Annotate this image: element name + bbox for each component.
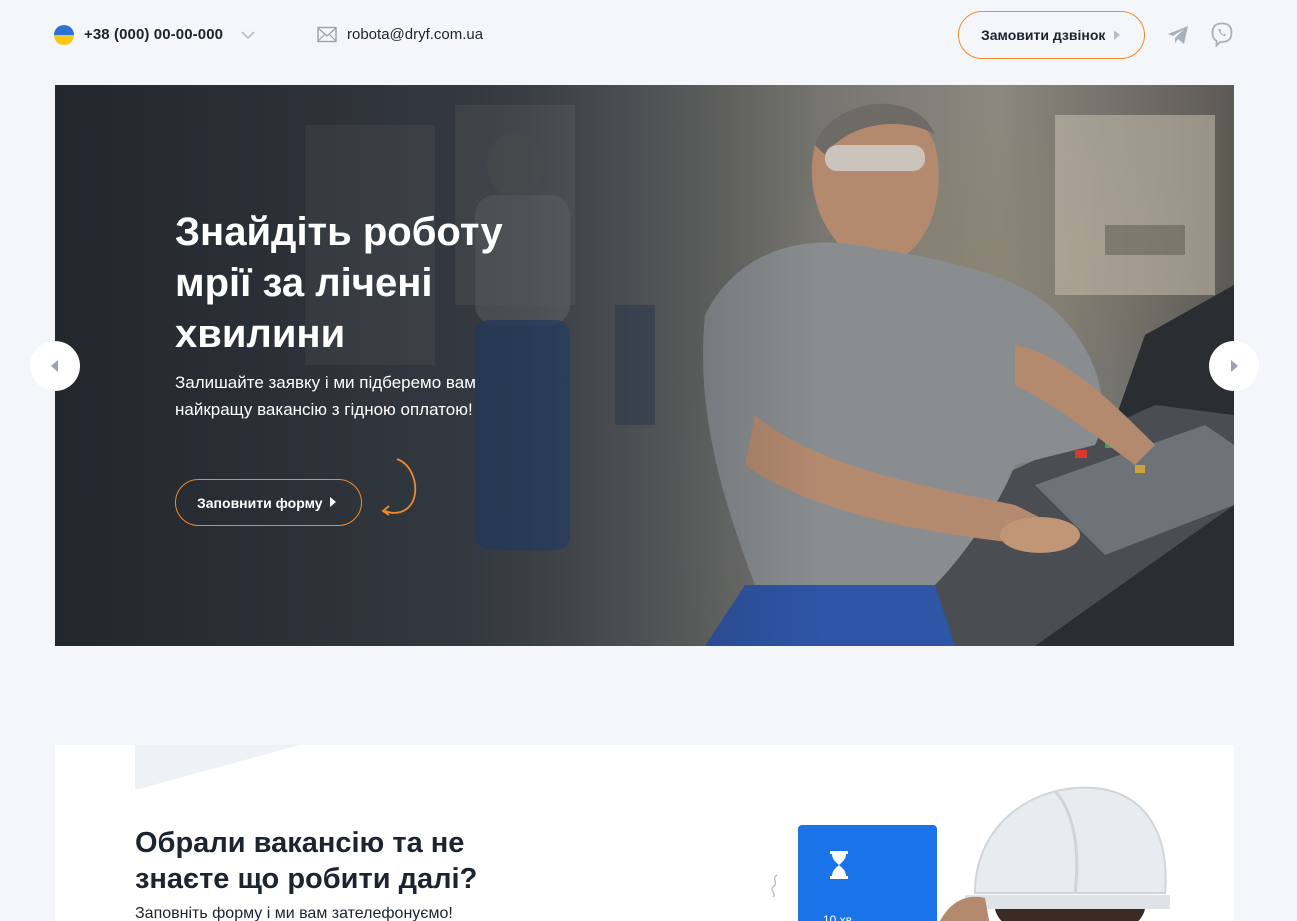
order-call-label: Замовити дзвінок [981,27,1106,43]
hero-title: Знайдіть роботу мрії за лічені хвилини [175,210,503,356]
fill-form-button[interactable]: Заповнити форму [175,479,362,526]
phone-number[interactable]: +38 (000) 00-00-000 [84,26,223,43]
steps-section: Обрали вакансію та не знаєте що робити д… [55,745,1234,921]
telegram-icon[interactable] [1167,25,1189,45]
curved-arrow-icon [381,458,417,516]
email-link[interactable]: robota@dryf.com.ua [347,26,483,43]
section-subtitle: Заповніть форму і ми вам зателефонуємо! [135,905,453,921]
viber-icon[interactable] [1210,22,1234,48]
ukraine-flag-icon[interactable] [54,25,74,45]
chevron-left-icon [51,360,58,372]
hourglass-icon [830,851,848,879]
slider-prev-button[interactable] [30,341,80,391]
fill-form-label: Заповнити форму [197,494,323,511]
mail-icon [317,26,337,43]
hero-subtitle: Залишайте заявку і ми підберемо вам найк… [175,373,476,419]
top-bar: +38 (000) 00-00-000 robota@dryf.com.ua З… [0,0,1297,70]
hero-overlay [55,85,1234,646]
time-card: 10 хв. [798,825,937,921]
card-time-label: 10 хв. [823,913,856,921]
decorative-slant [135,745,300,790]
worker-helmet-image [940,786,1170,921]
play-arrow-icon [330,497,336,507]
hero-slider: Знайдіть роботу мрії за лічені хвилини З… [55,85,1234,646]
chevron-right-icon [1231,360,1238,372]
slider-next-button[interactable] [1209,341,1259,391]
order-call-button[interactable]: Замовити дзвінок [958,11,1145,59]
chevron-down-icon[interactable] [240,28,256,42]
squiggle-decoration-icon [771,874,778,898]
play-arrow-icon [1114,30,1120,40]
section-title: Обрали вакансію та не знаєте що робити д… [135,827,478,895]
